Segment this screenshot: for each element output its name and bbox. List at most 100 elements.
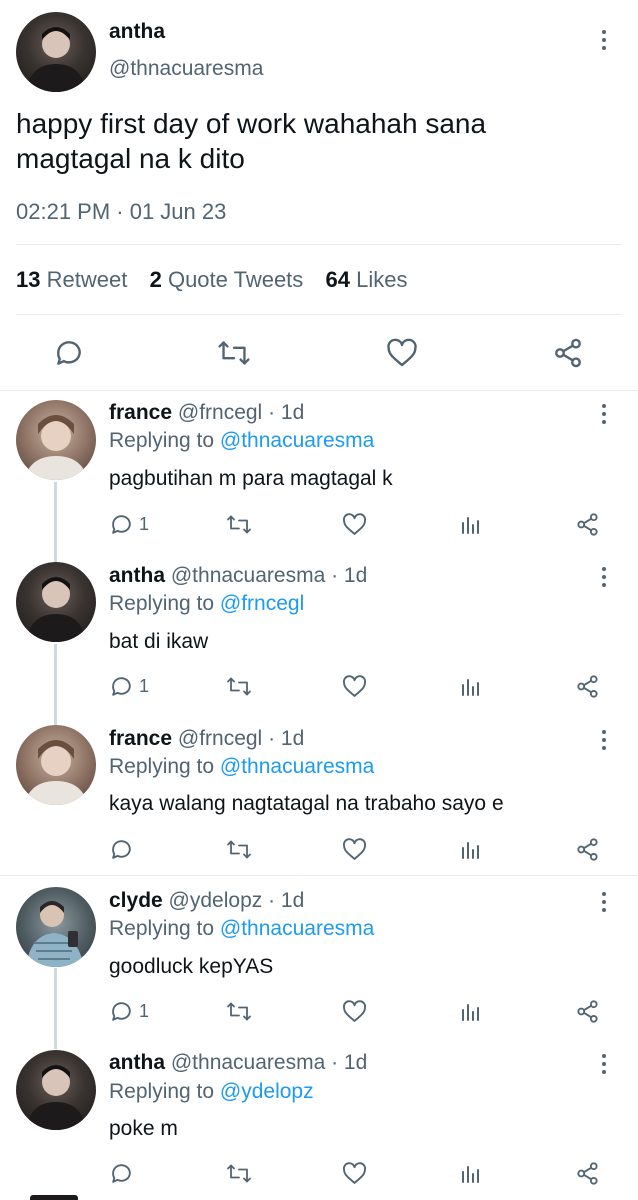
reply-icon[interactable] [109,512,134,537]
share-icon[interactable] [575,1161,600,1186]
author-handle[interactable]: @frncegl [178,401,262,424]
heart-icon[interactable] [342,675,367,698]
reply-icon[interactable] [109,837,134,862]
avatar[interactable] [16,887,96,967]
author-name[interactable]: france [109,401,172,424]
thread-line [54,644,57,725]
more-icon[interactable] [599,567,609,587]
replying-to-label: Replying to [109,592,215,615]
reply-count: 1 [139,1001,150,1021]
reply-icon[interactable] [109,674,134,699]
retweet-icon[interactable] [226,1161,252,1186]
avatar[interactable] [16,725,96,805]
thread-line [54,482,57,562]
replying-to-link[interactable]: @thnacuaresma [220,755,374,778]
avatar[interactable] [16,1050,96,1130]
reply-time[interactable]: · 1d [331,1051,367,1074]
reply-icon[interactable] [53,337,85,369]
reply-time[interactable]: · 1d [268,889,304,912]
heart-icon[interactable] [342,1000,367,1023]
author-name[interactable]: clyde [109,889,163,912]
reply-header: france @frncegl · 1d [109,401,304,425]
share-icon[interactable] [575,512,600,537]
author-handle[interactable]: @frncegl [178,727,262,750]
replying-to: Replying to @thnacuaresma [109,755,374,779]
author-handle[interactable]: @thnacuaresma [171,1051,325,1074]
tweet-timestamp[interactable]: 02:21 PM · 01 Jun 23 [16,199,226,225]
replying-to-link[interactable]: @thnacuaresma [220,429,374,452]
views-icon[interactable] [460,512,482,536]
share-icon[interactable] [552,337,584,369]
retweets-count[interactable]: 13 [16,267,40,292]
heart-icon[interactable] [342,1162,367,1185]
author-handle[interactable]: @thnacuaresma [171,564,325,587]
likes-label[interactable]: Likes [356,267,407,292]
views-icon[interactable] [460,999,482,1023]
reply-header: antha @thnacuaresma · 1d [109,564,367,588]
next-reply-avatar-edge [30,1195,78,1200]
author-name[interactable]: france [109,727,172,750]
share-icon[interactable] [575,674,600,699]
reply-time[interactable]: · 1d [268,401,304,424]
retweet-icon[interactable] [226,999,252,1024]
share-icon[interactable] [575,837,600,862]
reply-count: 1 [139,676,150,696]
reply-count: 1 [139,514,150,534]
avatar[interactable] [16,400,96,480]
replying-to-label: Replying to [109,755,215,778]
author-name[interactable]: antha [109,20,165,44]
reply-text: kaya walang nagtatagal na trabaho sayo e [109,792,504,815]
avatar[interactable] [16,12,96,92]
heart-icon[interactable] [386,338,418,368]
views-icon[interactable] [460,1161,482,1185]
retweets-label[interactable]: Retweet [47,267,128,292]
replying-to-link[interactable]: @ydelopz [220,1080,314,1103]
reply-text: poke m [109,1117,178,1140]
tweet-text-line-1: happy first day of work wahahah sana [16,108,487,139]
more-icon[interactable] [599,1054,609,1074]
reply-time[interactable]: · 1d [268,727,304,750]
author-handle[interactable]: @ydelopz [169,889,263,912]
more-icon[interactable] [599,30,609,50]
replying-to-label: Replying to [109,1080,215,1103]
tweet-text-line-2: magtagal na k dito [16,143,245,174]
reply-icon[interactable] [109,999,134,1024]
likes-count[interactable]: 64 [326,267,350,292]
reply-header: clyde @ydelopz · 1d [109,889,304,913]
retweet-icon[interactable] [226,674,252,699]
tweet-stats: 13 Retweet 2 Quote Tweets 64 Likes [16,267,408,293]
retweet-icon[interactable] [226,512,252,537]
reply-time[interactable]: · 1d [331,564,367,587]
replying-to: Replying to @thnacuaresma [109,917,374,941]
quotes-count[interactable]: 2 [150,267,162,292]
retweet-icon[interactable] [217,337,251,369]
replying-to: Replying to @frncegl [109,592,304,616]
author-handle[interactable]: @thnacuaresma [109,57,263,81]
replying-to-link[interactable]: @thnacuaresma [220,917,374,940]
replying-to-link[interactable]: @frncegl [220,592,304,615]
views-icon[interactable] [460,837,482,861]
quotes-label[interactable]: Quote Tweets [168,267,303,292]
divider [16,314,622,315]
heart-icon[interactable] [342,838,367,861]
reply-text: pagbutihan m para magtagal k [109,467,393,490]
avatar[interactable] [16,562,96,642]
divider [0,875,638,876]
more-icon[interactable] [599,892,609,912]
author-name[interactable]: antha [109,1051,165,1074]
replying-to-label: Replying to [109,917,215,940]
divider [0,390,638,391]
reply-header: france @frncegl · 1d [109,727,304,751]
reply-icon[interactable] [109,1161,134,1186]
share-icon[interactable] [575,999,600,1024]
replying-to: Replying to @thnacuaresma [109,429,374,453]
retweet-icon[interactable] [226,837,252,862]
views-icon[interactable] [460,674,482,698]
divider [16,244,622,245]
author-name[interactable]: antha [109,564,165,587]
heart-icon[interactable] [342,513,367,536]
reply-text: goodluck kepYAS [109,955,274,978]
more-icon[interactable] [599,404,609,424]
more-icon[interactable] [599,730,609,750]
replying-to-label: Replying to [109,429,215,452]
